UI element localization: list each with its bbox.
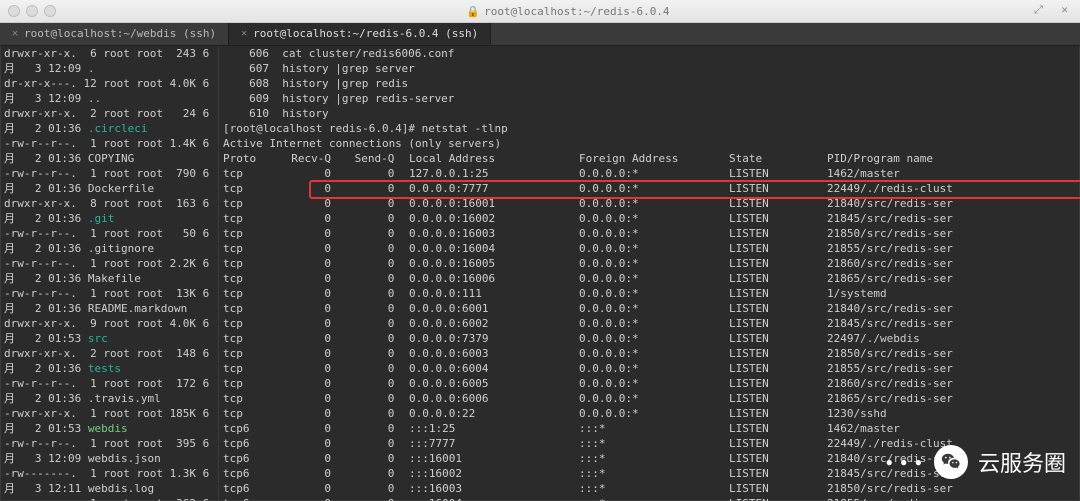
tab-webdis[interactable]: ✕ root@localhost:~/webdis (ssh): [0, 23, 229, 45]
window-title-text: root@localhost:~/redis-6.0.4: [484, 5, 669, 18]
netstat-row: tcp00 0.0.0.0:60060.0.0.0:*LISTEN21865/s…: [223, 391, 1076, 406]
close-icon[interactable]: ✕: [241, 23, 247, 45]
ls-row: -rw-r--r--. 1 root root 2.2K 6: [4, 256, 214, 271]
ls-row: 月 2 01:36 .gitignore: [4, 241, 214, 256]
titlebar: 🔒 root@localhost:~/redis-6.0.4 ⤢ ✕: [0, 0, 1080, 23]
right-pane[interactable]: 606 cat cluster/redis6006.conf607 histor…: [219, 46, 1080, 501]
netstat-row: tcp00 0.0.0.0:60010.0.0.0:*LISTEN21840/s…: [223, 301, 1076, 316]
ls-row: 月 3 12:09 .: [4, 61, 214, 76]
ls-row: 月 3 12:09 ..: [4, 91, 214, 106]
minimize-dot[interactable]: [26, 5, 38, 17]
ls-row: -rw-r--r--. 1 root root 172 6: [4, 376, 214, 391]
ls-row: drwxr-xr-x. 2 root root 148 6: [4, 346, 214, 361]
left-pane[interactable]: drwxr-xr-x. 6 root root 243 6月 3 12:09 .…: [0, 46, 219, 501]
netstat-row: tcp600 :::16002:::*LISTEN21845/src/redis…: [223, 466, 1076, 481]
ls-row: drwxr-xr-x. 2 root root 24 6: [4, 106, 214, 121]
netstat-row: tcp00 0.0.0.0:60050.0.0.0:*LISTEN21860/s…: [223, 376, 1076, 391]
close-icon[interactable]: ✕: [12, 23, 18, 45]
netstat-row: tcp600 :::16003:::*LISTEN21850/src/redis…: [223, 481, 1076, 496]
history-row: 607 history |grep server: [223, 61, 1076, 76]
netstat-row: tcp00 0.0.0.0:60040.0.0.0:*LISTEN21855/s…: [223, 361, 1076, 376]
zoom-dot[interactable]: [44, 5, 56, 17]
ls-row: -rwxr-xr-x. 1 root root 185K 6: [4, 406, 214, 421]
netstat-row: tcp600 :::1:25:::*LISTEN1462/master: [223, 421, 1076, 436]
netstat-row: tcp00 0.0.0.0:160040.0.0.0:*LISTEN21855/…: [223, 241, 1076, 256]
ls-row: 月 2 01:36 .travis.yml: [4, 391, 214, 406]
ls-row: 月 3 12:11 webdis.log: [4, 481, 214, 496]
ls-row: 月 2 01:36 Dockerfile: [4, 181, 214, 196]
netstat-row: tcp00 0.0.0.0:220.0.0.0:*LISTEN1230/sshd: [223, 406, 1076, 421]
netstat-header: Active Internet connections (only server…: [223, 136, 1076, 151]
ls-row: 月 2 01:36 Makefile: [4, 271, 214, 286]
terminal-window: 🔒 root@localhost:~/redis-6.0.4 ⤢ ✕ ✕ root@…: [0, 0, 1080, 501]
netstat-row: tcp00 0.0.0.0:160020.0.0.0:*LISTEN21845/…: [223, 211, 1076, 226]
ls-row: drwxr-xr-x. 9 root root 4.0K 6: [4, 316, 214, 331]
ls-row: drwxr-xr-x. 6 root root 243 6: [4, 46, 214, 61]
ls-row: 月 2 01:36 tests: [4, 361, 214, 376]
prompt-line: [root@localhost redis-6.0.4]# netstat -t…: [223, 121, 1076, 136]
netstat-row: tcp00 0.0.0.0:160030.0.0.0:*LISTEN21850/…: [223, 226, 1076, 241]
close-dot[interactable]: [8, 5, 20, 17]
ls-row: 月 2 01:53 webdis: [4, 421, 214, 436]
tab-label: root@localhost:~/redis-6.0.4 (ssh): [253, 23, 478, 45]
ls-row: 月 3 12:09 webdis.json: [4, 451, 214, 466]
ls-row: -rw-r--r--. 1 root root 790 6: [4, 166, 214, 181]
history-row: 610 history: [223, 106, 1076, 121]
tab-label: root@localhost:~/webdis (ssh): [24, 23, 216, 45]
ls-row: 月 2 01:36 .git: [4, 211, 214, 226]
traffic-lights: [0, 5, 56, 17]
ls-row: 月 2 01:53 src: [4, 331, 214, 346]
history-row: 609 history |grep redis-server: [223, 91, 1076, 106]
ls-row: -rw-r--r--. 1 root root 362 6: [4, 496, 214, 501]
tab-bar: ✕ root@localhost:~/webdis (ssh) ✕ root@loc…: [0, 23, 1080, 46]
netstat-row: tcp00 0.0.0.0:160010.0.0.0:*LISTEN21840/…: [223, 196, 1076, 211]
ls-row: -rw-r--r--. 1 root root 50 6: [4, 226, 214, 241]
netstat-row: tcp00 0.0.0.0:77770.0.0.0:*LISTEN22449/.…: [223, 181, 1076, 196]
ls-row: 月 2 01:36 COPYING: [4, 151, 214, 166]
window-title: 🔒 root@localhost:~/redis-6.0.4: [56, 5, 1080, 18]
ls-row: -rw-r--r--. 1 root root 13K 6: [4, 286, 214, 301]
netstat-columns: ProtoRecv-QSend-Q Local AddressForeign A…: [223, 151, 1076, 166]
ls-row: -rw-r--r--. 1 root root 1.4K 6: [4, 136, 214, 151]
history-row: 606 cat cluster/redis6006.conf: [223, 46, 1076, 61]
history-row: 608 history |grep redis: [223, 76, 1076, 91]
ls-row: -rw-------. 1 root root 1.3K 6: [4, 466, 214, 481]
netstat-row: tcp00 0.0.0.0:60030.0.0.0:*LISTEN21850/s…: [223, 346, 1076, 361]
netstat-row: tcp00 0.0.0.0:160050.0.0.0:*LISTEN21860/…: [223, 256, 1076, 271]
ls-row: -rw-r--r--. 1 root root 395 6: [4, 436, 214, 451]
ls-row: drwxr-xr-x. 8 root root 163 6: [4, 196, 214, 211]
netstat-row: tcp00 0.0.0.0:160060.0.0.0:*LISTEN21865/…: [223, 271, 1076, 286]
ls-row: 月 2 01:36 README.markdown: [4, 301, 214, 316]
ls-row: 月 2 01:36 .circleci: [4, 121, 214, 136]
netstat-row: tcp00 0.0.0.0:60020.0.0.0:*LISTEN21845/s…: [223, 316, 1076, 331]
netstat-row: tcp00 0.0.0.0:1110.0.0.0:*LISTEN1/system…: [223, 286, 1076, 301]
ls-row: dr-xr-x---. 12 root root 4.0K 6: [4, 76, 214, 91]
netstat-row: tcp00 0.0.0.0:73790.0.0.0:*LISTEN22497/.…: [223, 331, 1076, 346]
netstat-row: tcp600 :::16004:::*LISTEN21855/src/redis…: [223, 496, 1076, 501]
lock-icon: 🔒: [466, 5, 480, 18]
netstat-row: tcp600 :::16001:::*LISTEN21840/src/redis…: [223, 451, 1076, 466]
netstat-row: tcp600 :::7777:::*LISTEN22449/./redis-cl…: [223, 436, 1076, 451]
window-right-controls[interactable]: ⤢ ✕: [1034, 3, 1074, 17]
netstat-row: tcp00 127.0.0.1:250.0.0.0:*LISTEN1462/ma…: [223, 166, 1076, 181]
tab-redis[interactable]: ✕ root@localhost:~/redis-6.0.4 (ssh): [229, 23, 491, 45]
